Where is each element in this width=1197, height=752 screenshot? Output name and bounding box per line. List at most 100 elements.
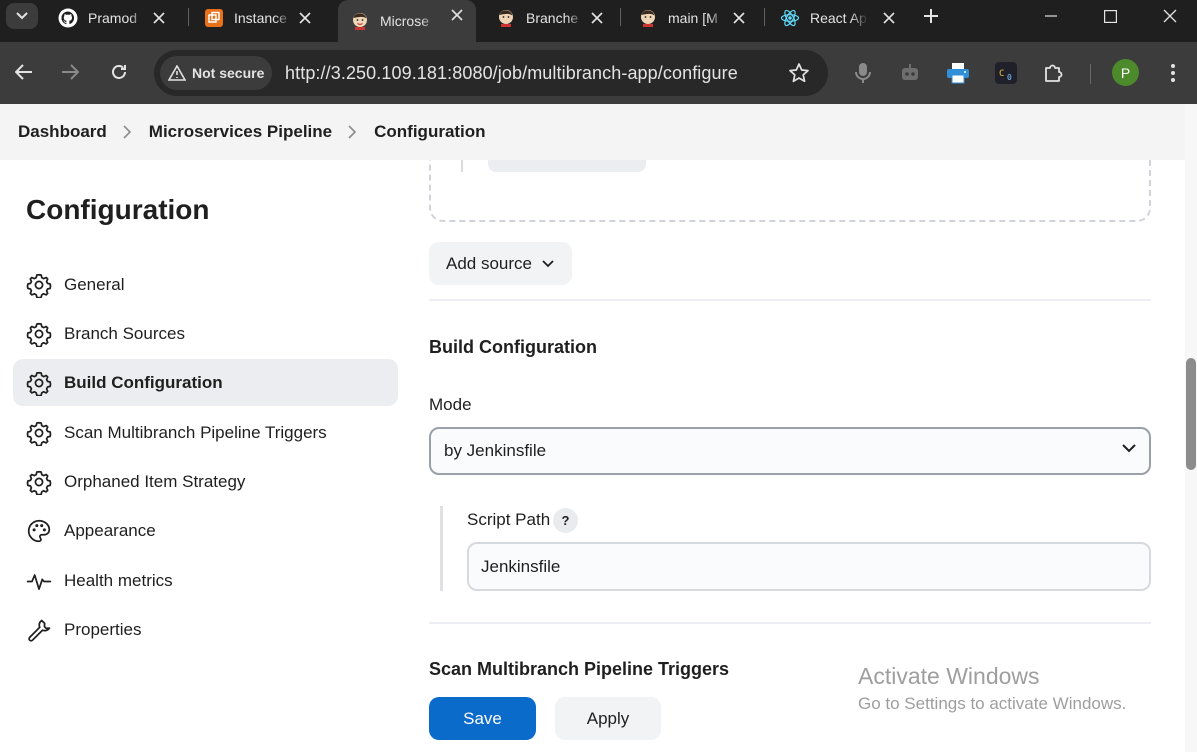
url-text: http://3.250.109.181:8080/job/multibranc… bbox=[285, 63, 738, 83]
arrow-right-icon bbox=[62, 64, 79, 80]
gear-icon bbox=[26, 321, 52, 347]
browser-tab-3[interactable]: Microse bbox=[338, 0, 476, 42]
sidebar-item-label: Build Configuration bbox=[64, 372, 223, 392]
chevron-down-icon bbox=[542, 259, 554, 267]
close-icon[interactable] bbox=[880, 9, 898, 27]
tab-title: Microse bbox=[380, 13, 430, 29]
forward-button[interactable] bbox=[54, 56, 86, 88]
browser-tab-2[interactable]: Instance bbox=[194, 3, 324, 33]
extensions-puzzle-icon[interactable] bbox=[1041, 60, 1067, 86]
jenkins-icon bbox=[350, 11, 370, 31]
build-configuration-heading: Build Configuration bbox=[429, 337, 597, 357]
sidebar-item-label: Branch Sources bbox=[64, 323, 185, 343]
color-extension-icon[interactable]: C0 bbox=[993, 60, 1019, 86]
minimize-icon bbox=[1045, 15, 1057, 17]
new-tab-button[interactable] bbox=[918, 3, 944, 29]
close-icon[interactable] bbox=[730, 9, 748, 27]
page-title: Configuration bbox=[26, 194, 210, 225]
sidebar-item-label: Properties bbox=[64, 619, 142, 639]
close-icon[interactable] bbox=[448, 6, 466, 24]
browser-tab-1[interactable]: Pramod bbox=[48, 3, 178, 33]
bookmark-star-icon[interactable] bbox=[788, 62, 810, 84]
browser-tab-5[interactable]: main [M bbox=[628, 3, 758, 33]
sidebar-item-label: Orphaned Item Strategy bbox=[64, 471, 246, 491]
gear-icon bbox=[26, 272, 52, 298]
chevron-right-icon bbox=[123, 125, 133, 139]
gear-icon bbox=[26, 420, 52, 446]
chevron-right-icon bbox=[348, 125, 358, 139]
add-source-button[interactable]: Add source bbox=[429, 242, 572, 285]
sidebar-item-properties[interactable]: Properties bbox=[13, 606, 398, 653]
breadcrumb: Dashboard Microservices Pipeline Configu… bbox=[0, 104, 1197, 160]
jenkins-icon bbox=[638, 8, 658, 28]
chevron-down-icon bbox=[16, 12, 28, 20]
nested-section-bar bbox=[440, 506, 443, 591]
sidebar-item-build-configuration[interactable]: Build Configuration bbox=[13, 359, 398, 406]
tab-separator bbox=[188, 8, 189, 26]
sidebar-item-orphaned-item-strategy[interactable]: Orphaned Item Strategy bbox=[13, 458, 398, 505]
window-close-button[interactable] bbox=[1143, 0, 1197, 32]
sidebar-item-appearance[interactable]: Appearance bbox=[13, 507, 398, 554]
gear-icon bbox=[26, 469, 52, 495]
github-icon bbox=[58, 8, 78, 28]
maximize-icon bbox=[1103, 9, 1117, 23]
tab-separator bbox=[764, 8, 765, 26]
warning-icon bbox=[168, 65, 186, 81]
scrollbar-thumb[interactable] bbox=[1186, 358, 1196, 470]
browser-tab-4[interactable]: Branche bbox=[486, 3, 616, 33]
tab-search-button[interactable] bbox=[6, 3, 38, 29]
script-path-label: Script Path bbox=[467, 510, 551, 529]
mode-select[interactable]: by Jenkinsfile bbox=[429, 427, 1151, 475]
close-icon[interactable] bbox=[296, 9, 314, 27]
react-icon bbox=[780, 8, 800, 28]
browser-tab-strip: Pramod Instance Microse Branche main [M bbox=[0, 0, 1197, 42]
tab-separator bbox=[620, 8, 621, 26]
site-info-chip[interactable]: Not secure bbox=[160, 56, 272, 90]
sidebar-item-label: Appearance bbox=[64, 520, 156, 540]
section-divider bbox=[429, 299, 1151, 301]
script-path-input[interactable]: Jenkinsfile bbox=[467, 542, 1151, 591]
add-property-button[interactable] bbox=[488, 160, 646, 172]
breadcrumb-dashboard[interactable]: Dashboard bbox=[18, 122, 107, 142]
plus-icon bbox=[924, 9, 938, 23]
close-icon[interactable] bbox=[588, 9, 606, 27]
microphone-icon[interactable] bbox=[850, 60, 876, 86]
mode-select-value: by Jenkinsfile bbox=[444, 441, 547, 460]
profile-avatar[interactable]: P bbox=[1112, 59, 1139, 86]
browser-tab-6[interactable]: React Ap bbox=[770, 3, 908, 33]
more-vert-icon[interactable] bbox=[1162, 60, 1184, 86]
printer-extension-icon[interactable] bbox=[945, 60, 971, 86]
apply-button[interactable]: Apply bbox=[555, 697, 661, 740]
save-button[interactable]: Save bbox=[429, 697, 536, 740]
sidebar-item-branch-sources[interactable]: Branch Sources bbox=[13, 310, 398, 357]
sidebar-item-scan-triggers[interactable]: Scan Multibranch Pipeline Triggers bbox=[13, 409, 398, 456]
palette-icon bbox=[26, 518, 52, 544]
script-path-value: Jenkinsfile bbox=[481, 556, 561, 576]
mode-label: Mode bbox=[429, 395, 472, 414]
breadcrumb-microservices-pipeline[interactable]: Microservices Pipeline bbox=[149, 122, 332, 142]
robot-extension-icon[interactable] bbox=[897, 60, 923, 86]
help-icon[interactable]: ? bbox=[553, 508, 578, 533]
section-divider bbox=[429, 622, 1151, 624]
reload-button[interactable] bbox=[103, 56, 135, 88]
back-button[interactable] bbox=[8, 56, 40, 88]
maximize-button[interactable] bbox=[1083, 0, 1137, 32]
security-status: Not secure bbox=[192, 65, 265, 81]
chevron-down-icon bbox=[1122, 444, 1136, 453]
sidebar-item-health-metrics[interactable]: Health metrics bbox=[13, 557, 398, 604]
arrow-left-icon bbox=[15, 64, 32, 80]
breadcrumb-configuration[interactable]: Configuration bbox=[374, 122, 485, 142]
activate-windows-watermark: Activate Windows Go to Settings to activ… bbox=[858, 663, 1126, 714]
sidebar-item-general[interactable]: General bbox=[13, 261, 398, 308]
add-source-label: Add source bbox=[446, 253, 532, 273]
pulse-icon bbox=[26, 568, 52, 594]
toolbar-divider bbox=[1090, 64, 1091, 84]
address-bar[interactable]: Not secure http://3.250.109.181:8080/job… bbox=[154, 50, 828, 96]
minimize-button[interactable] bbox=[1024, 0, 1078, 32]
reload-icon bbox=[112, 65, 126, 79]
scan-triggers-heading: Scan Multibranch Pipeline Triggers bbox=[429, 659, 730, 679]
watermark-title: Activate Windows bbox=[858, 663, 1040, 689]
tab-title: Pramod bbox=[88, 10, 138, 26]
close-icon[interactable] bbox=[150, 9, 168, 27]
close-icon bbox=[1163, 9, 1177, 23]
